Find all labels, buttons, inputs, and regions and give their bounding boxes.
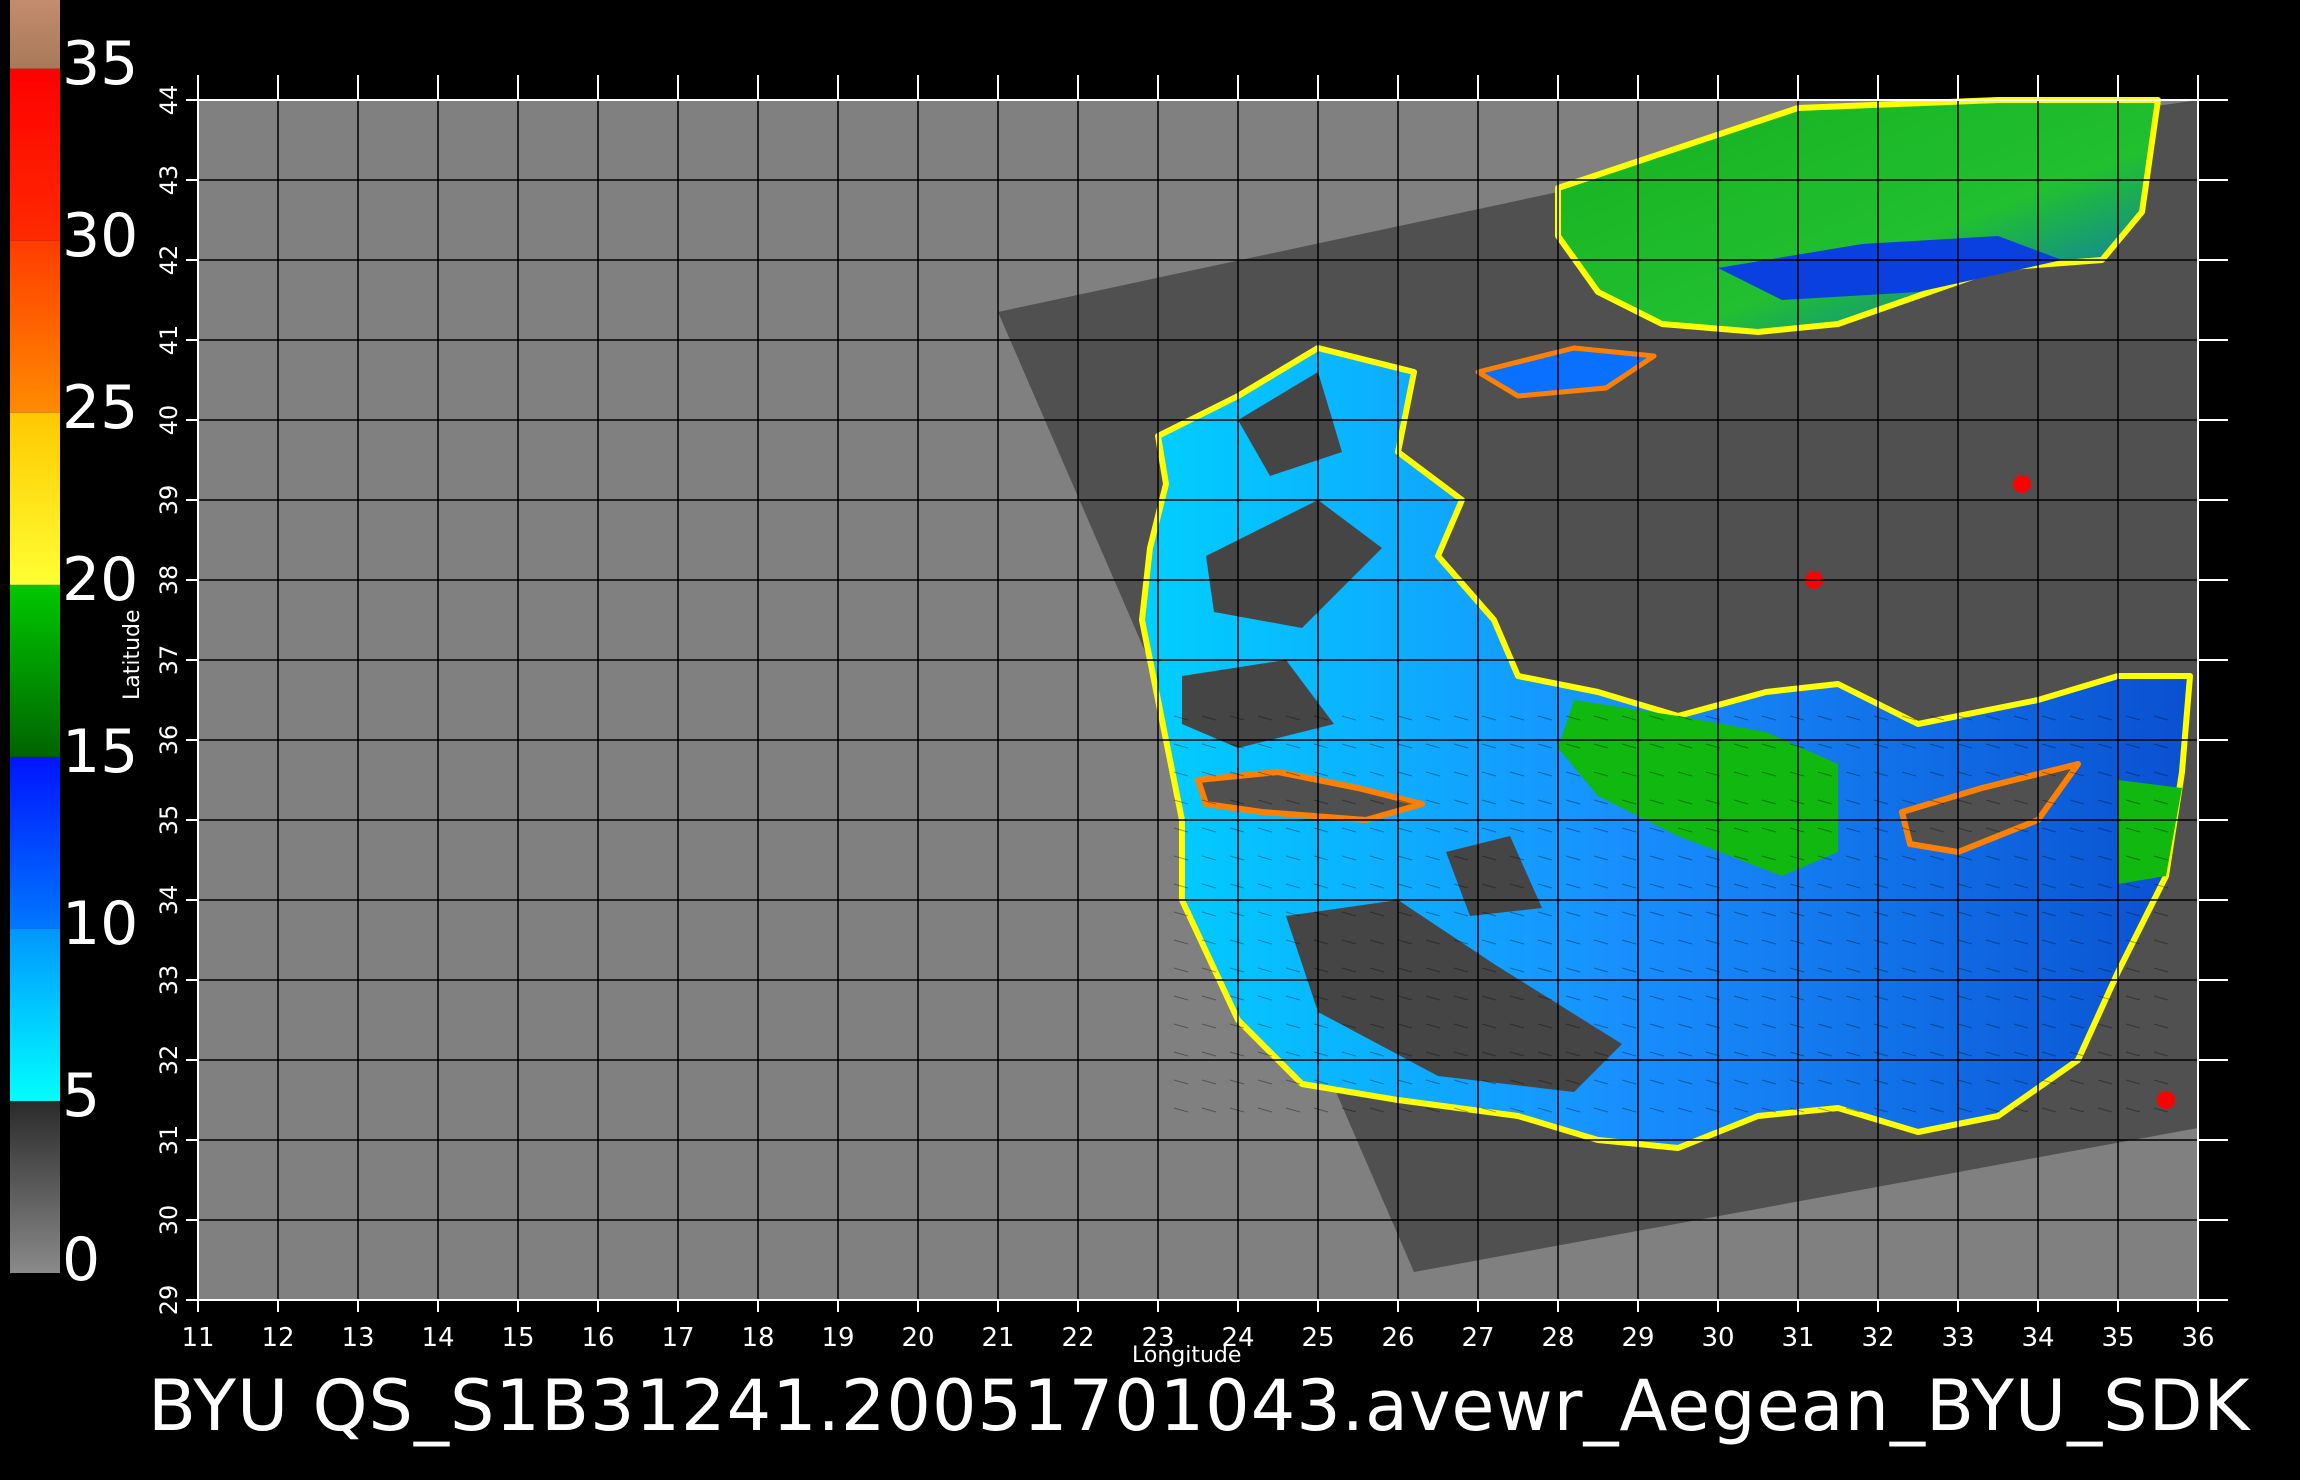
y-tick-label: 32 bbox=[155, 1045, 183, 1076]
map-plot: 11 12 13 14 15 16 17 18 19 20 21 22 23 24 25 26 27 28 29 30… bbox=[155, 75, 2228, 1353]
x-tick-label: 17 bbox=[661, 1323, 694, 1353]
x-tick-label: 33 bbox=[1941, 1323, 1974, 1353]
y-tick-label: 34 bbox=[155, 885, 183, 916]
x-tick-label: 31 bbox=[1781, 1323, 1814, 1353]
x-tick-label: 35 bbox=[2101, 1323, 2134, 1353]
y-tick-label: 36 bbox=[155, 725, 183, 756]
x-tick-label: 15 bbox=[501, 1323, 534, 1353]
y-tick-label: 38 bbox=[155, 565, 183, 596]
y-tick-label: 42 bbox=[155, 245, 183, 276]
small-feature bbox=[2157, 1091, 2175, 1109]
y-tick-label: 31 bbox=[155, 1125, 183, 1156]
x-tick-label: 19 bbox=[821, 1323, 854, 1353]
x-tick-label: 30 bbox=[1701, 1323, 1734, 1353]
x-tick-label: 28 bbox=[1541, 1323, 1574, 1353]
x-tick-label: 29 bbox=[1621, 1323, 1654, 1353]
x-tick-label: 16 bbox=[581, 1323, 614, 1353]
x-tick-label: 14 bbox=[421, 1323, 454, 1353]
y-tick-label: 37 bbox=[155, 645, 183, 676]
wind-speed-map-figure: 35 30 25 20 15 10 5 0 11 12 13 14 15 16 17 18 19 20 21 22 2… bbox=[0, 0, 2300, 1480]
x-tick-label: 11 bbox=[181, 1323, 214, 1353]
y-tick-label: 29 bbox=[155, 1285, 183, 1316]
y-tick-label: 40 bbox=[155, 405, 183, 436]
y-tick-label: 44 bbox=[155, 85, 183, 116]
x-tick-label: 27 bbox=[1461, 1323, 1494, 1353]
x-tick-label: 32 bbox=[1861, 1323, 1894, 1353]
x-tick-label: 26 bbox=[1381, 1323, 1414, 1353]
x-tick-label: 25 bbox=[1301, 1323, 1334, 1353]
y-tick-label: 35 bbox=[155, 805, 183, 836]
x-tick-label: 12 bbox=[261, 1323, 294, 1353]
x-tick-label: 13 bbox=[341, 1323, 374, 1353]
x-tick-label: 20 bbox=[901, 1323, 934, 1353]
y-tick-label: 30 bbox=[155, 1205, 183, 1236]
x-tick-label: 22 bbox=[1061, 1323, 1094, 1353]
x-tick-label: 21 bbox=[981, 1323, 1014, 1353]
y-axis-label: Latitude bbox=[120, 609, 145, 700]
x-tick-label: 18 bbox=[741, 1323, 774, 1353]
x-tick-label: 34 bbox=[2021, 1323, 2054, 1353]
x-tick-label: 36 bbox=[2181, 1323, 2214, 1353]
y-tick-label: 39 bbox=[155, 485, 183, 516]
y-tick-label: 33 bbox=[155, 965, 183, 996]
figure-title: BYU QS_S1B31241.20051701043.avewr_Aegean… bbox=[148, 1365, 2251, 1447]
y-tick-label: 43 bbox=[155, 165, 183, 196]
y-tick-label: 41 bbox=[155, 325, 183, 356]
small-feature bbox=[2013, 475, 2031, 493]
